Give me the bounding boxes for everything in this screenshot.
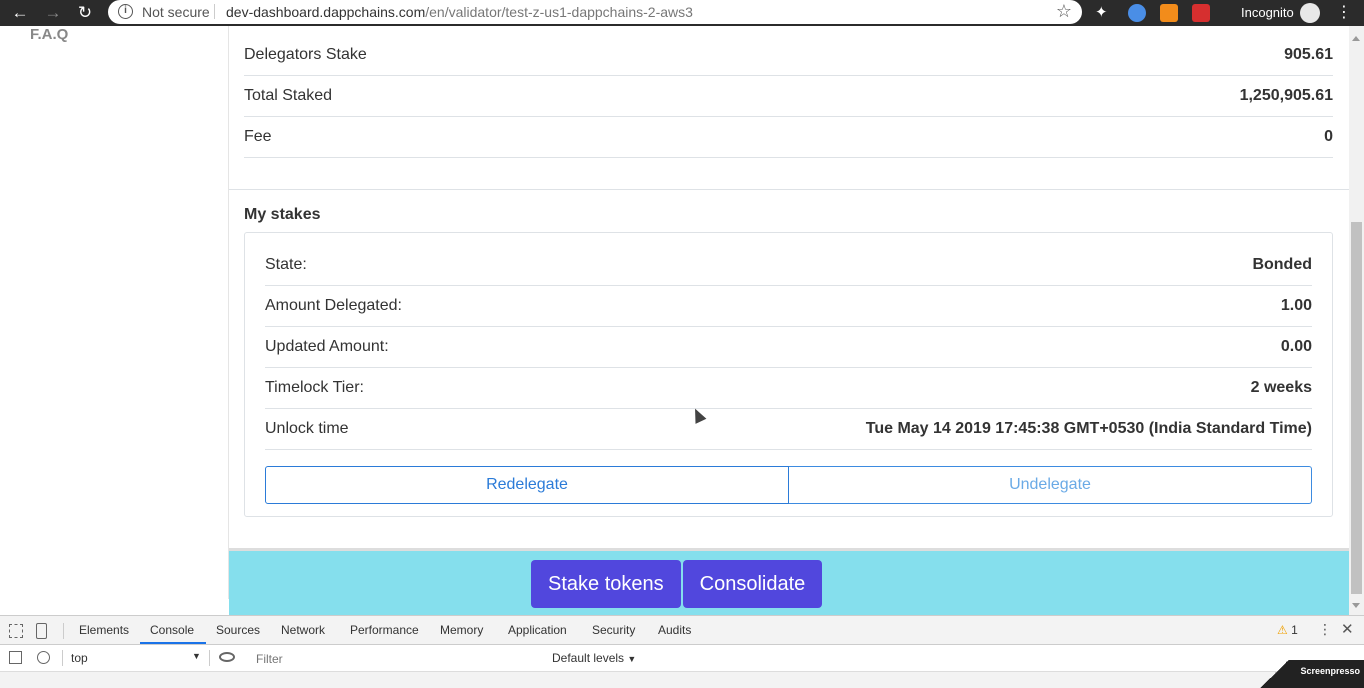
validator-details: Delegators Stake 905.61 Total Staked 1,2… xyxy=(229,26,1349,548)
levels-label: Default levels xyxy=(552,651,625,665)
back-arrow-icon[interactable]: ← xyxy=(10,3,30,23)
stake-row-amount-delegated: Amount Delegated: 1.00 xyxy=(265,286,1312,327)
scroll-up-icon[interactable] xyxy=(1352,36,1360,41)
tab-network[interactable]: Network xyxy=(281,623,325,637)
watermark-text: Screenpresso xyxy=(1300,666,1360,676)
tab-elements[interactable]: Elements xyxy=(79,623,129,637)
tab-security[interactable]: Security xyxy=(592,623,635,637)
inspect-element-icon[interactable] xyxy=(9,624,23,638)
footer-buttons: Stake tokens Consolidate xyxy=(531,560,823,608)
url-host: dev-dashboard.dappchains.com xyxy=(226,4,426,20)
context-select[interactable]: top xyxy=(71,651,201,665)
clear-console-icon[interactable] xyxy=(37,651,50,664)
console-filter-input[interactable] xyxy=(250,649,544,668)
extension-red-icon[interactable] xyxy=(1192,4,1210,22)
extension-blue-icon[interactable] xyxy=(1128,4,1146,22)
row-value: 1,250,905.61 xyxy=(1239,87,1333,104)
url-path: /en/validator/test-z-us1-dappchains-2-aw… xyxy=(425,4,693,20)
security-label[interactable]: Not secure xyxy=(142,4,210,20)
browser-toolbar: ← → ↻ i Not secure dev-dashboard.dappcha… xyxy=(0,0,1364,26)
scroll-thumb[interactable] xyxy=(1351,222,1362,594)
toolbar-divider xyxy=(62,650,63,666)
row-label: Fee xyxy=(244,128,272,145)
my-stakes-title: My stakes xyxy=(244,206,321,223)
row-label: State: xyxy=(265,256,307,273)
close-icon[interactable]: ✕ xyxy=(1341,620,1354,638)
scroll-down-icon[interactable] xyxy=(1352,603,1360,608)
undelegate-button[interactable]: Undelegate xyxy=(789,466,1312,504)
warning-counter[interactable]: ⚠ 1 xyxy=(1277,623,1298,637)
section-divider xyxy=(229,189,1349,190)
devtools-divider xyxy=(63,623,64,639)
my-stakes-card: State: Bonded Amount Delegated: 1.00 Upd… xyxy=(244,232,1333,517)
device-toolbar-icon[interactable] xyxy=(36,623,47,639)
tab-performance[interactable]: Performance xyxy=(350,623,419,637)
console-sidebar-icon[interactable] xyxy=(9,651,22,664)
toolbar-divider xyxy=(209,650,210,666)
info-icon[interactable]: i xyxy=(118,4,133,19)
address-bar[interactable]: i Not secure dev-dashboard.dappchains.co… xyxy=(108,0,1082,24)
row-value: 1.00 xyxy=(1280,297,1312,314)
warning-count: 1 xyxy=(1291,623,1298,637)
devtools-panel: Elements Console Sources Network Perform… xyxy=(0,615,1364,688)
incognito-icon xyxy=(1300,3,1320,23)
row-label: Unlock time xyxy=(265,420,349,437)
consolidate-button[interactable]: Consolidate xyxy=(682,560,823,608)
detail-row-total-staked: Total Staked 1,250,905.61 xyxy=(244,76,1333,117)
row-value: 905.61 xyxy=(1284,46,1333,63)
live-expression-eye-icon[interactable] xyxy=(219,652,235,662)
tab-application[interactable]: Application xyxy=(508,623,567,637)
incognito-label: Incognito xyxy=(1241,5,1294,20)
row-value: Bonded xyxy=(1252,256,1312,273)
footer-action-bar: Stake tokens Consolidate xyxy=(229,548,1349,615)
sidebar-item-faq[interactable]: F.A.Q xyxy=(30,26,68,43)
detail-row-delegators-stake: Delegators Stake 905.61 xyxy=(244,35,1333,76)
stake-row-updated-amount: Updated Amount: 0.00 xyxy=(265,327,1312,368)
tab-audits[interactable]: Audits xyxy=(658,623,691,637)
sidebar: F.A.Q xyxy=(0,26,229,599)
forward-arrow-icon[interactable]: → xyxy=(43,3,63,23)
pin-extension-icon[interactable]: ✦ xyxy=(1095,4,1113,22)
stake-row-timelock-tier: Timelock Tier: 2 weeks xyxy=(265,368,1312,409)
devtools-menu-icon[interactable]: ⋮ xyxy=(1318,621,1332,638)
bookmark-star-icon[interactable]: ☆ xyxy=(1056,1,1072,22)
reload-icon[interactable]: ↻ xyxy=(75,3,95,23)
row-value: Tue May 14 2019 17:45:38 GMT+0530 (India… xyxy=(865,420,1312,437)
warning-icon: ⚠ xyxy=(1277,623,1288,637)
row-value: 0 xyxy=(1324,128,1333,145)
stake-actions: Redelegate Undelegate xyxy=(265,466,1312,504)
row-label: Delegators Stake xyxy=(244,46,367,63)
log-levels-dropdown[interactable]: Default levels ▼ xyxy=(552,651,636,665)
browser-menu-icon[interactable]: ⋮ xyxy=(1336,3,1352,23)
tab-sources[interactable]: Sources xyxy=(216,623,260,637)
devtools-tab-bar: Elements Console Sources Network Perform… xyxy=(0,616,1364,645)
stake-row-state: State: Bonded xyxy=(265,245,1312,286)
metamask-fox-icon[interactable] xyxy=(1160,4,1178,22)
page-scrollbar[interactable] xyxy=(1349,26,1364,615)
chevron-down-icon[interactable]: ▼ xyxy=(192,651,201,661)
screenpresso-watermark: Screenpresso xyxy=(1254,660,1364,688)
url-text[interactable]: dev-dashboard.dappchains.com/en/validato… xyxy=(226,4,693,20)
console-toolbar: top ▼ Default levels ▼ xyxy=(0,645,1364,672)
chevron-down-icon: ▼ xyxy=(627,654,637,664)
row-value: 2 weeks xyxy=(1250,379,1312,396)
stake-row-unlock-time: Unlock time Tue May 14 2019 17:45:38 GMT… xyxy=(265,409,1312,450)
row-label: Timelock Tier: xyxy=(265,379,364,396)
tab-console[interactable]: Console xyxy=(150,623,194,637)
active-tab-indicator xyxy=(140,642,206,644)
stake-tokens-button[interactable]: Stake tokens xyxy=(531,560,681,608)
row-label: Total Staked xyxy=(244,87,333,104)
tab-memory[interactable]: Memory xyxy=(440,623,483,637)
detail-row-fee: Fee 0 xyxy=(244,117,1333,158)
redelegate-button[interactable]: Redelegate xyxy=(265,466,789,504)
row-label: Amount Delegated: xyxy=(265,297,402,314)
row-value: 0.00 xyxy=(1280,338,1312,355)
address-divider xyxy=(214,4,215,19)
row-label: Updated Amount: xyxy=(265,338,389,355)
